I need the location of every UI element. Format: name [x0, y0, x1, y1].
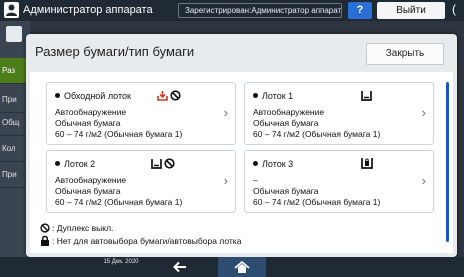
bypass-tray-icon [157, 90, 168, 101]
legend-no-auto-select: : Нет для автовыбора бумаги/автовыбора л… [40, 235, 241, 246]
card-paper-type-text: Обычная бумага [253, 186, 319, 196]
paper-size-type-dialog: Размер бумаги/тип бумаги Закрыть Обходно… [26, 34, 457, 257]
duplex-off-icon [40, 223, 50, 233]
legend-duplex-off: : Дуплекс выкл. [40, 223, 113, 233]
tray-name: Лоток 3 [253, 159, 293, 169]
card-paper-weight-text: 60 – 74 г/м2 (Обычная бумага 1) [253, 129, 381, 139]
tray-card-3[interactable]: Лоток 3 – Обычная бумага 60 – 74 г/м2 (О… [244, 150, 434, 213]
chevron-right-icon: › [223, 173, 228, 188]
truncated-button-edge[interactable]: ( [452, 2, 456, 16]
chevron-right-icon: › [421, 105, 426, 120]
duplex-off-icon [170, 89, 181, 101]
back-icon[interactable] [172, 260, 188, 277]
bottom-bar: 15 Дек. 2020 [0, 257, 464, 277]
lock-icon [41, 235, 49, 246]
card-detect-text: Автообнаружение [55, 175, 127, 185]
top-bar: Администратор аппарата Зарегистрирован:А… [0, 0, 464, 21]
card-paper-weight-text: 60 – 74 г/м2 (Обычная бумага 1) [55, 197, 183, 207]
chevron-right-icon: › [223, 105, 228, 120]
duplex-off-icon [164, 157, 175, 169]
legend-text: : Нет для автовыбора бумаги/автовыбора л… [52, 235, 242, 246]
tray-card-bypass[interactable]: Обходной лоток Автообнаружение Обычная б… [46, 82, 236, 145]
card-paper-weight-text: 60 – 74 г/м2 (Обычная бумага 1) [253, 197, 381, 207]
tray-name: Обходной лоток [55, 91, 131, 101]
tray-icon [151, 158, 162, 169]
chevron-right-icon: › [421, 173, 426, 188]
app-title: Администратор аппарата [23, 4, 153, 16]
tray-locked-icon [361, 158, 373, 169]
tray-name: Лоток 1 [253, 91, 293, 101]
date-time: 15 Дек. 2020 [96, 259, 146, 266]
card-detect-text: Автообнаружение [253, 107, 325, 117]
card-paper-type-text: Обычная бумага [55, 118, 121, 128]
logout-button[interactable]: Выйти [377, 2, 445, 19]
home-button[interactable] [218, 257, 266, 277]
tray-icon [361, 90, 372, 101]
card-paper-type-text: Обычная бумага [55, 186, 121, 196]
help-button[interactable]: ? [348, 2, 372, 19]
close-button[interactable]: Закрыть [366, 43, 444, 65]
login-status-field[interactable]: Зарегистрирован:Администратор аппарат [178, 3, 342, 18]
scrollbar[interactable] [446, 82, 449, 242]
dialog-body: Обходной лоток Автообнаружение Обычная б… [30, 72, 453, 253]
background-app-icon [6, 26, 22, 42]
dialog-title: Размер бумаги/тип бумаги [35, 44, 195, 59]
card-paper-type-text: Обычная бумага [253, 118, 319, 128]
tray-card-2[interactable]: Лоток 2 Автообнаружение Обычная бумага 6… [46, 150, 236, 213]
tray-card-1[interactable]: Лоток 1 Автообнаружение Обычная бумага 6… [244, 82, 434, 145]
card-detect-text: Автообнаружение [55, 107, 127, 117]
card-detect-text: – [253, 175, 258, 185]
home-icon [234, 260, 250, 273]
card-paper-weight-text: 60 – 74 г/м2 (Обычная бумага 1) [55, 129, 183, 139]
legend-text: : Дуплекс выкл. [52, 223, 114, 233]
tray-name: Лоток 2 [55, 159, 95, 169]
user-icon [4, 2, 19, 18]
date-text: 15 Дек. 2020 [103, 259, 139, 265]
